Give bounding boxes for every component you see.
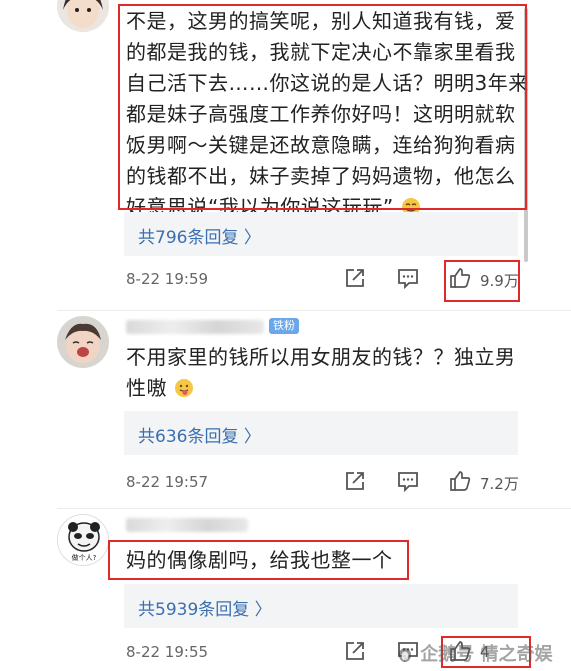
username-blurred[interactable] [126,518,248,532]
comment-time: 8-22 19:55 [126,643,209,661]
like-count: 7.2万 [480,475,519,493]
penguin-logo-icon [396,645,414,668]
watermark-text: 企鹅号 情之奇娱 [420,644,553,665]
thumbs-up-icon[interactable] [448,469,472,493]
highlight-box [118,4,527,210]
comment-line: 不用家里的钱所以用女朋友的钱？？独立男 [126,345,516,369]
fan-badge: 铁粉 [269,318,299,334]
comment-text: 不用家里的钱所以用女朋友的钱？？独立男 性嗷 [126,342,516,407]
comment-item: 铁粉 不用家里的钱所以用女朋友的钱？？独立男 性嗷 共636条回复 〉 8-22… [0,310,571,508]
comment-time: 8-22 19:57 [126,473,209,491]
share-icon[interactable] [343,469,367,493]
avatar[interactable] [57,0,109,32]
share-icon[interactable] [343,266,367,290]
comment-meta: 8-22 19:57 7.2万 [0,469,571,499]
replies-label: 共796条回复 〉 [138,228,261,248]
comment-line-last: 性嗷 [126,373,516,407]
watermark: 企鹅号 情之奇娱 [396,640,553,668]
replies-label: 共636条回复 〉 [138,427,261,447]
username-blurred[interactable] [126,320,264,334]
comment-icon[interactable] [396,266,420,290]
highlight-box [108,540,409,580]
replies-button[interactable]: 共5939条回复 〉 [124,584,518,628]
comment-time: 8-22 19:59 [126,270,209,288]
replies-label: 共5939条回复 〉 [138,600,272,620]
avatar[interactable]: 做个人? [57,514,109,566]
avatar-caption: 做个人? [71,554,97,562]
replies-button[interactable]: 共636条回复 〉 [124,411,518,455]
highlight-box [444,260,520,302]
comment-item: 不是，这男的搞笑呢，别人知道我有钱，爱 的都是我的钱，我就下定决心不靠家里看我 … [0,0,571,310]
comment-line: 性嗷 [126,376,167,400]
share-icon[interactable] [343,639,367,663]
avatar[interactable] [57,316,109,368]
replies-button[interactable]: 共796条回复 〉 [124,212,518,256]
tongue-emoji-icon [174,376,194,407]
comment-icon[interactable] [396,469,420,493]
